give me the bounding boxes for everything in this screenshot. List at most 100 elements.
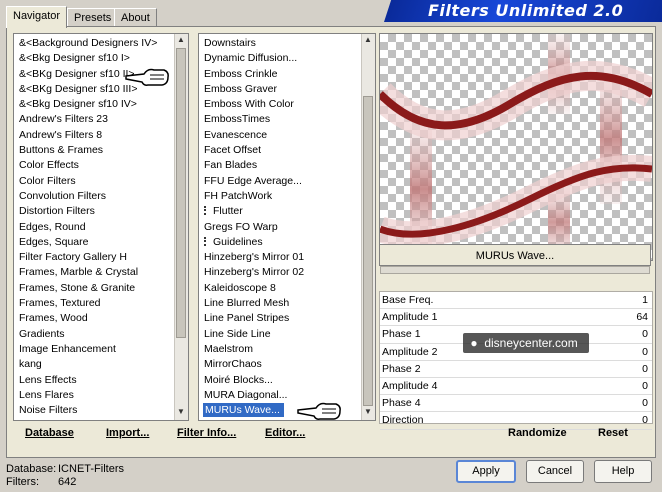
filter-item[interactable]: Emboss Graver [199,82,375,97]
filter-item[interactable]: Flutter [199,204,375,219]
filter-item[interactable]: Maelstrom [199,342,375,357]
parameter-value[interactable]: 0 [642,326,648,342]
filter-item[interactable]: Guidelines [199,235,375,250]
category-item[interactable]: kang [14,357,188,372]
parameter-value[interactable]: 0 [642,344,648,360]
help-button[interactable]: Help [594,460,652,483]
parameter-list[interactable]: Base Freq. 1 Amplitude 1 64 Phase 1 0 Amplitud… [379,291,653,430]
wave-preview-image [380,34,652,260]
filter-item-label: MirrorChaos [204,358,262,371]
filter-item[interactable]: Emboss With Color [199,97,375,112]
scroll-up-icon[interactable]: ▲ [175,34,187,46]
category-item[interactable]: Buttons & Frames [14,143,188,158]
cancel-button[interactable]: Cancel [526,460,584,483]
filter-item[interactable]: Emboss Crinkle [199,67,375,82]
tab-about[interactable]: About [114,8,157,27]
filter-item[interactable]: FH PatchWork [199,189,375,204]
filter-item[interactable]: MirrorChaos [199,357,375,372]
progress-bar [380,266,650,274]
scroll-up-icon[interactable]: ▲ [362,34,374,46]
filter-preview [379,33,653,261]
scroll-thumb[interactable] [363,96,373,406]
filter-item-label: Line Side Line [204,327,271,340]
category-item[interactable]: Frames, Marble & Crystal [14,265,188,280]
category-item[interactable]: Filter Factory Gallery H [14,250,188,265]
filter-item-label: EmbossTimes [204,113,271,126]
import-button[interactable]: Import... [106,427,149,439]
filter-item[interactable]: Fan Blades [199,158,375,173]
filter-item[interactable]: MURUs Wave... [199,403,375,418]
filter-item-label: MURUs Wave... [203,403,284,418]
filter-name-label: MURUs Wave... [379,244,651,266]
parameter-value[interactable]: 0 [642,412,648,428]
category-item[interactable]: Lens Effects [14,373,188,388]
category-scrollbar[interactable]: ▲ ▼ [174,34,188,420]
category-item[interactable]: Convolution Filters [14,189,188,204]
parameter-row[interactable]: Amplitude 1 64 [380,309,652,327]
category-list[interactable]: &<Background Designers IV> &<Bkg Designer… [13,33,189,421]
parameter-row[interactable]: Phase 2 0 [380,361,652,378]
filter-item[interactable]: FFU Edge Average... [199,174,375,189]
filter-item[interactable]: Moiré Blocks... [199,373,375,388]
footer-database-value: ICNET-Filters [58,463,124,475]
tab-navigator[interactable]: Navigator [6,6,68,28]
category-item[interactable]: Lens Flares [14,388,188,403]
parameter-row[interactable]: Phase 4 0 [380,395,652,413]
randomize-button[interactable]: Randomize [508,427,567,439]
parameter-value[interactable]: 1 [642,292,648,308]
parameter-value[interactable]: 64 [636,309,648,325]
category-item[interactable]: Color Filters [14,174,188,189]
filter-item-label: Facet Offset [204,144,261,157]
editor-button[interactable]: Editor... [265,427,305,439]
filter-item[interactable]: Gregs FO Warp [199,220,375,235]
category-item[interactable]: Andrew's Filters 23 [14,112,188,127]
category-item[interactable]: Frames, Wood [14,311,188,326]
parameter-value[interactable]: 0 [642,395,648,411]
filter-item[interactable]: EmbossTimes [199,112,375,127]
category-item[interactable]: Edges, Square [14,235,188,250]
database-button[interactable]: Database [25,427,74,439]
category-item[interactable]: Image Enhancement [14,342,188,357]
category-item[interactable]: Edges, Round [14,220,188,235]
filter-item[interactable]: Kaleidoscope 8 [199,281,375,296]
filter-item[interactable]: Line Blurred Mesh [199,296,375,311]
filter-list[interactable]: Downstairs Dynamic Diffusion... Emboss Cri… [198,33,376,421]
filter-item[interactable]: Line Panel Stripes [199,311,375,326]
footer-database-label: Database: [6,463,57,475]
category-item[interactable]: Frames, Stone & Granite [14,281,188,296]
parameter-label: Amplitude 1 [382,311,438,324]
filter-item[interactable]: Dynamic Diffusion... [199,51,375,66]
category-item[interactable]: Frames, Textured [14,296,188,311]
parameter-value[interactable]: 0 [642,361,648,377]
filter-item[interactable]: Facet Offset [199,143,375,158]
category-item[interactable]: Noise Filters [14,403,188,418]
filter-item-label: Maelstrom [204,342,254,355]
tab-presets[interactable]: Presets [67,8,119,27]
scroll-thumb[interactable] [176,48,186,338]
parameter-value[interactable]: 0 [642,378,648,394]
filter-item[interactable]: Evanescence [199,128,375,143]
category-item[interactable]: Andrew's Filters 8 [14,128,188,143]
apply-button[interactable]: Apply [456,460,516,483]
reset-button[interactable]: Reset [598,427,628,439]
parameter-row[interactable]: Base Freq. 1 [380,292,652,310]
filter-info-button[interactable]: Filter Info... [177,427,236,439]
filter-item-label: Kaleidoscope 8 [204,281,276,294]
filter-scrollbar[interactable]: ▲ ▼ [361,34,375,420]
category-item[interactable]: Gradients [14,327,188,342]
filter-item[interactable]: Downstairs [199,36,375,51]
scroll-down-icon[interactable]: ▼ [362,406,374,418]
scroll-down-icon[interactable]: ▼ [175,406,187,418]
category-item[interactable]: &<Background Designers IV> [14,36,188,51]
category-item[interactable]: &<Bkg Designer sf10 IV> [14,97,188,112]
category-item[interactable]: Distortion Filters [14,204,188,219]
filter-item[interactable]: Hinzeberg's Mirror 02 [199,265,375,280]
filter-item[interactable]: MURA Diagonal... [199,388,375,403]
parameter-row[interactable]: Amplitude 4 0 [380,378,652,396]
category-item[interactable]: Color Effects [14,158,188,173]
filter-item-label: Emboss Crinkle [204,67,278,80]
filter-item[interactable]: Line Side Line [199,327,375,342]
parameter-label: Phase 2 [382,362,421,375]
filter-item[interactable]: Hinzeberg's Mirror 01 [199,250,375,265]
filter-item-label: Moiré Blocks... [204,373,273,386]
